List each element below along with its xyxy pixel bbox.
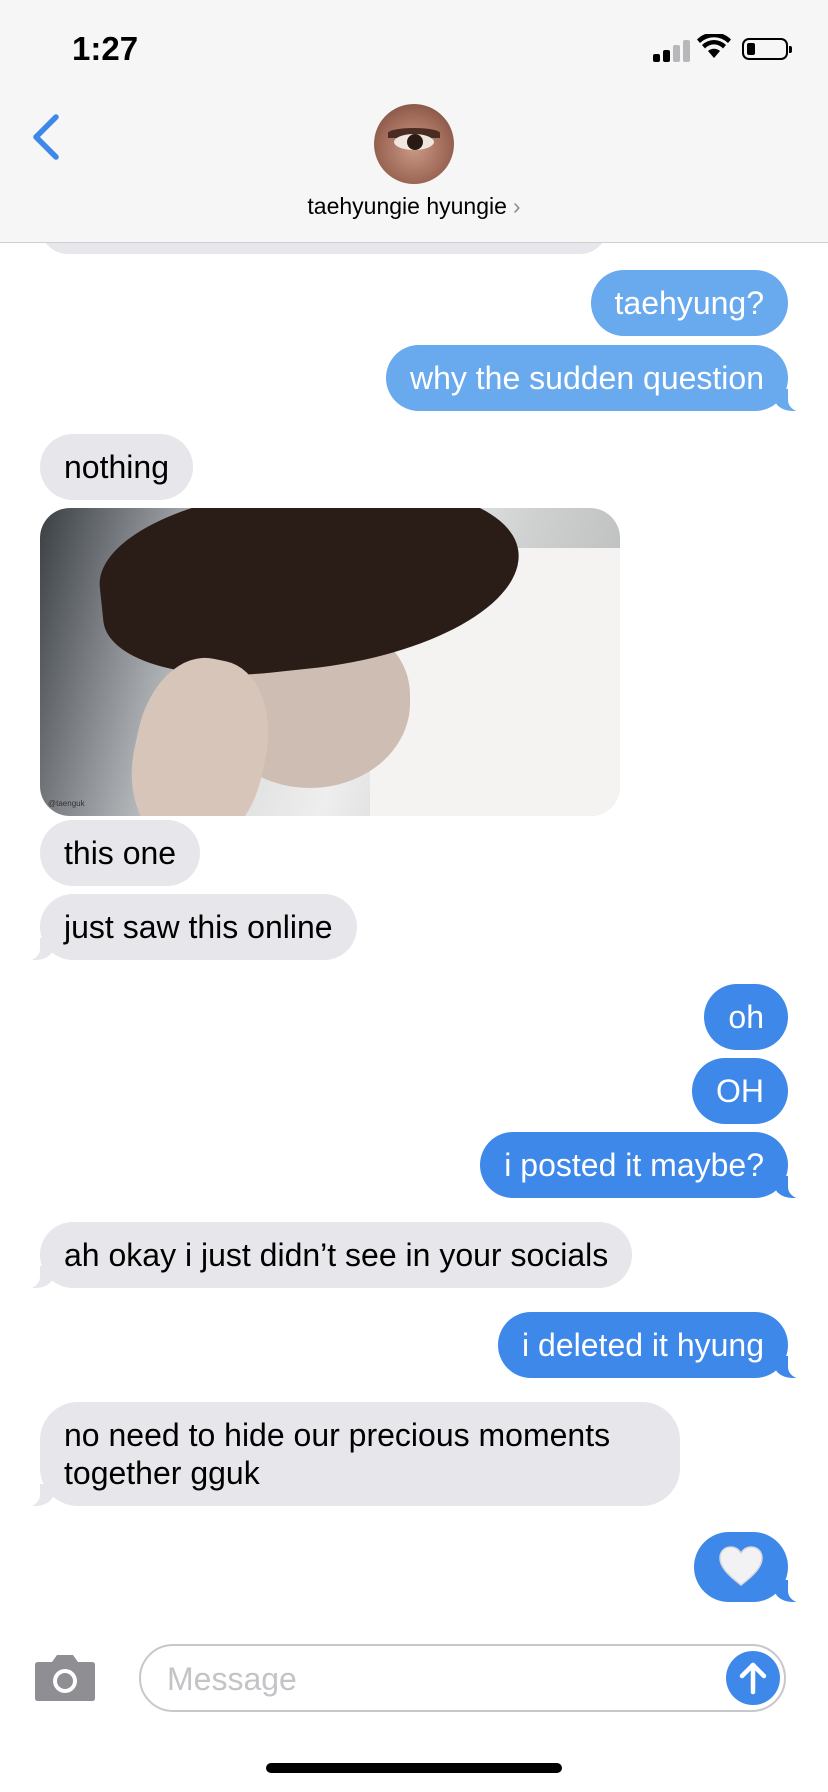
message-bubble-incoming[interactable]: just saw this online [18, 894, 357, 961]
message-bubble-outgoing[interactable] [694, 1532, 810, 1603]
send-button[interactable] [726, 1651, 780, 1705]
message-bubble-incoming[interactable]: ah okay i just didn’t see in your social… [17, 1222, 633, 1289]
status-time: 1:27 [72, 30, 139, 67]
conversation-header: 1:27 taehyungie hyungie › [0, 0, 828, 243]
contact-name: taehyungie hyungie [307, 193, 507, 219]
message-bubble-partial [40, 242, 608, 254]
message-bubble-outgoing[interactable]: oh [704, 984, 788, 1050]
contact-avatar[interactable] [374, 104, 454, 184]
message-list[interactable]: taehyung? why the sudden question nothin… [0, 242, 828, 1637]
message-bubble-outgoing[interactable]: why the sudden question [385, 345, 811, 412]
white-heart-icon [719, 1546, 763, 1586]
message-bubble-outgoing[interactable]: i deleted it hyung [498, 1312, 810, 1379]
contact-name-button[interactable]: taehyungie hyungie › [0, 193, 828, 220]
message-input[interactable] [165, 1654, 709, 1704]
wifi-icon [697, 34, 731, 58]
signal-bars-icon [653, 38, 690, 62]
message-photo[interactable]: @taenguk [40, 508, 620, 816]
message-bubble-outgoing[interactable]: taehyung? [590, 270, 788, 336]
message-bubble-incoming[interactable]: this one [40, 820, 201, 886]
message-input-container [139, 1644, 786, 1712]
chevron-right-icon: › [512, 193, 521, 219]
chevron-left-icon[interactable] [28, 112, 68, 162]
message-bubble-outgoing[interactable]: i posted it maybe? [480, 1132, 810, 1199]
message-bubble-incoming[interactable]: nothing [40, 434, 193, 500]
battery-low-icon [742, 38, 792, 60]
message-bubble-outgoing[interactable]: OH [692, 1058, 788, 1124]
arrow-up-icon [739, 1662, 767, 1695]
message-bubble-incoming[interactable]: no need to hide our precious moments tog… [18, 1402, 680, 1507]
home-indicator[interactable] [266, 1763, 562, 1773]
photo-watermark: @taenguk [48, 799, 85, 808]
camera-icon[interactable] [34, 1652, 96, 1702]
